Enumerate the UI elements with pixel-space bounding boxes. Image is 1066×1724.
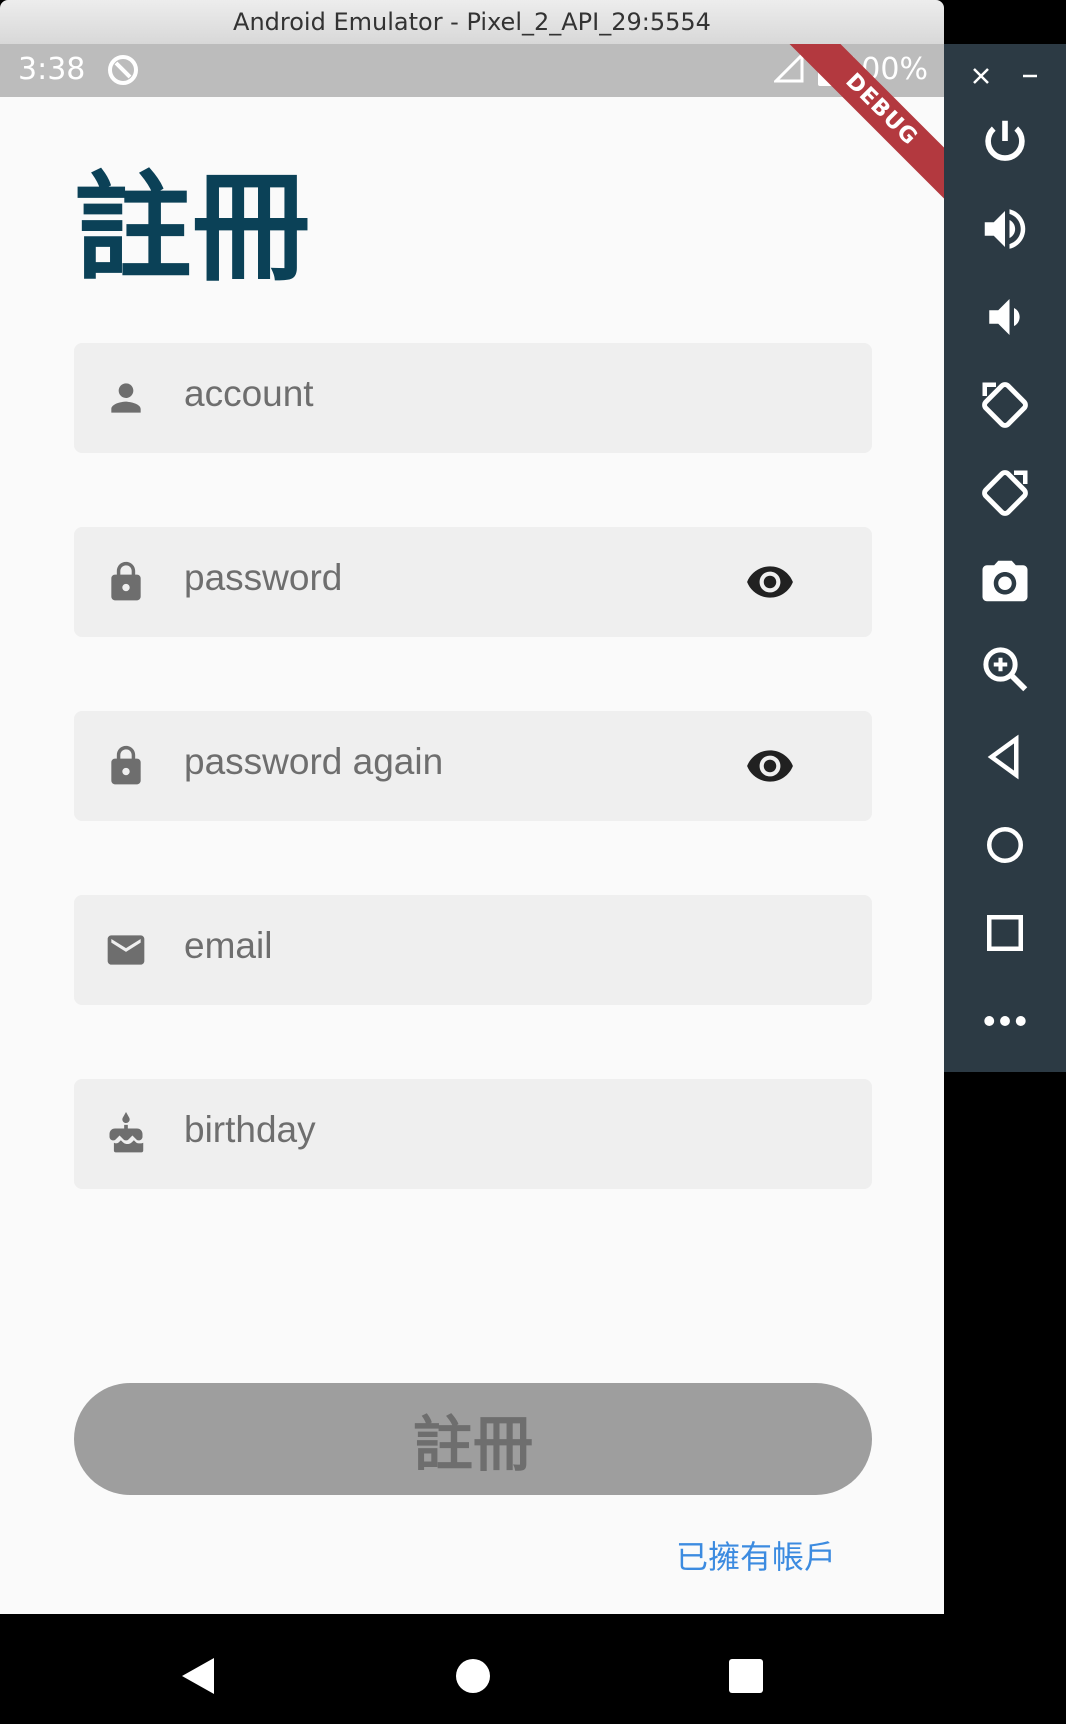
- close-icon[interactable]: [971, 66, 991, 86]
- rotate-left-icon[interactable]: [978, 378, 1032, 432]
- volume-up-icon[interactable]: [978, 202, 1032, 256]
- account-field[interactable]: account: [74, 343, 872, 453]
- phone-screen: 3:38 100% DEBUG 註冊 account password pass…: [0, 44, 944, 1614]
- email-field[interactable]: email: [74, 895, 872, 1005]
- lock-icon: [111, 561, 141, 601]
- eye-icon[interactable]: [744, 557, 796, 607]
- power-icon[interactable]: [978, 114, 1032, 168]
- page-title: 註冊: [74, 159, 311, 297]
- signal-icon: [774, 53, 804, 83]
- android-nav-bar: [0, 1614, 944, 1724]
- password-again-field[interactable]: password again: [74, 711, 872, 821]
- person-icon: [111, 383, 141, 413]
- overview-icon[interactable]: [978, 906, 1032, 960]
- emulator-title-bar: Android Emulator - Pixel_2_API_29:5554: [0, 0, 944, 45]
- birthday-field[interactable]: birthday: [74, 1079, 872, 1189]
- more-icon[interactable]: [978, 994, 1032, 1048]
- birthday-placeholder: birthday: [184, 1109, 316, 1150]
- data-saver-icon: [108, 55, 138, 85]
- minimize-icon[interactable]: [1020, 66, 1040, 86]
- password-again-placeholder: password again: [184, 741, 444, 782]
- recents-icon[interactable]: [728, 1658, 764, 1694]
- home-icon[interactable]: [455, 1658, 491, 1694]
- back-icon[interactable]: [180, 1656, 216, 1696]
- account-placeholder: account: [184, 373, 314, 414]
- mail-icon: [107, 935, 145, 965]
- zoom-icon[interactable]: [978, 642, 1032, 696]
- window-title: Android Emulator - Pixel_2_API_29:5554: [233, 8, 711, 36]
- lock-icon: [111, 745, 141, 785]
- eye-icon[interactable]: [744, 741, 796, 791]
- volume-down-icon[interactable]: [978, 290, 1032, 344]
- have-account-link[interactable]: 已擁有帳戶: [676, 1532, 836, 1578]
- emulator-toolbar: [944, 44, 1066, 1072]
- email-placeholder: email: [184, 925, 273, 966]
- camera-icon[interactable]: [978, 554, 1032, 608]
- home-icon[interactable]: [978, 818, 1032, 872]
- status-time: 3:38: [18, 52, 86, 87]
- back-icon[interactable]: [978, 730, 1032, 784]
- register-button[interactable]: 註冊: [74, 1383, 872, 1495]
- rotate-right-icon[interactable]: [978, 466, 1032, 520]
- password-placeholder: password: [184, 557, 343, 598]
- password-field[interactable]: password: [74, 527, 872, 637]
- cake-icon: [109, 1112, 144, 1153]
